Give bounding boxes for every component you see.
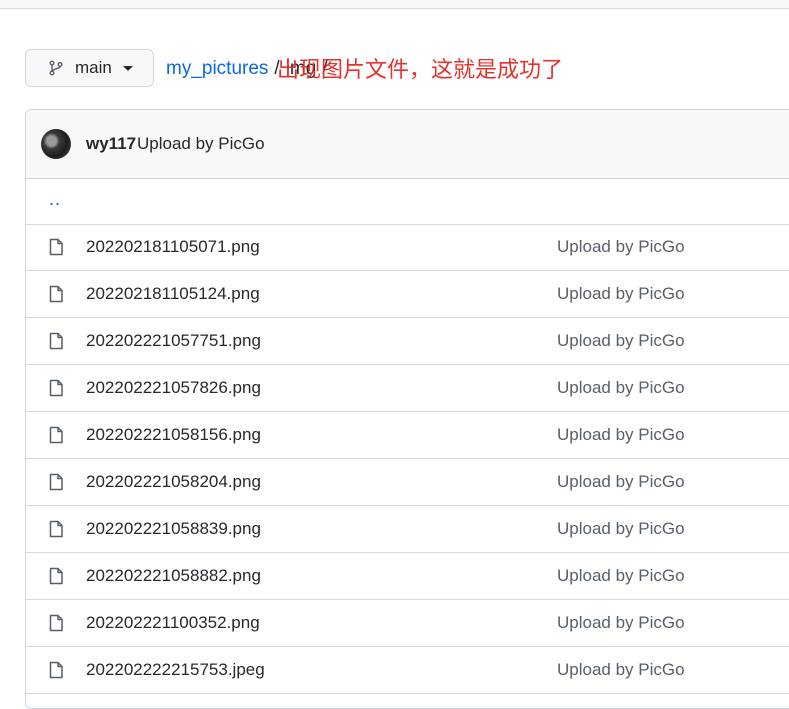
file-commit-message-link[interactable]: Upload by PicGo bbox=[557, 660, 685, 680]
commit-message[interactable]: Upload by PicGo bbox=[137, 134, 265, 154]
file-name-link[interactable]: 202202181105124.png bbox=[86, 284, 260, 304]
file-icon bbox=[49, 567, 63, 585]
file-icon bbox=[49, 614, 63, 632]
file-commit-message-link[interactable]: Upload by PicGo bbox=[557, 378, 685, 398]
file-list: wy117 Upload by PicGo .. 202202181105071… bbox=[25, 109, 789, 709]
file-commit-message-link[interactable]: Upload by PicGo bbox=[557, 237, 685, 257]
file-icon bbox=[49, 661, 63, 679]
file-commit-message-link[interactable]: Upload by PicGo bbox=[557, 519, 685, 539]
file-row[interactable]: 202202221100352.png Upload by PicGo bbox=[26, 600, 789, 647]
file-name-link[interactable]: 202202222215753.jpeg bbox=[86, 660, 265, 680]
branch-name: main bbox=[75, 58, 112, 77]
latest-commit-bar: wy117 Upload by PicGo bbox=[26, 110, 789, 179]
file-commit-message-link[interactable]: Upload by PicGo bbox=[557, 566, 685, 586]
avatar[interactable] bbox=[41, 129, 71, 159]
file-row[interactable]: 202202181105071.png Upload by PicGo bbox=[26, 224, 789, 271]
file-icon bbox=[49, 285, 63, 303]
file-icon bbox=[49, 473, 63, 491]
file-commit-message-link[interactable]: Upload by PicGo bbox=[557, 613, 685, 633]
file-icon bbox=[49, 426, 63, 444]
file-row[interactable]: 202202181105124.png Upload by PicGo bbox=[26, 271, 789, 318]
commit-author-link[interactable]: wy117 bbox=[86, 134, 136, 154]
file-row[interactable]: 202202221058156.png Upload by PicGo bbox=[26, 412, 789, 459]
file-name-link[interactable]: 202202221058156.png bbox=[86, 425, 261, 445]
file-icon bbox=[49, 332, 63, 350]
file-name-link[interactable]: 202202181105071.png bbox=[86, 237, 260, 257]
file-row[interactable]: 202202221058839.png Upload by PicGo bbox=[26, 506, 789, 553]
file-commit-message-link[interactable]: Upload by PicGo bbox=[557, 284, 685, 304]
parent-directory-row[interactable]: .. bbox=[26, 179, 789, 225]
file-name-link[interactable]: 202202221057826.png bbox=[86, 378, 261, 398]
file-rows: 202202181105071.png Upload by PicGo 202202… bbox=[26, 224, 789, 694]
file-icon bbox=[49, 379, 63, 397]
file-commit-message-link[interactable]: Upload by PicGo bbox=[557, 472, 685, 492]
file-row[interactable]: 202202221057751.png Upload by PicGo bbox=[26, 318, 789, 365]
annotation-text: 出现图片文件，这就是成功了 bbox=[277, 57, 564, 82]
file-icon bbox=[49, 520, 63, 538]
file-name-link[interactable]: 202202221058882.png bbox=[86, 566, 261, 586]
top-border bbox=[0, 0, 789, 9]
chevron-down-icon bbox=[122, 65, 133, 71]
file-row[interactable]: 202202221057826.png Upload by PicGo bbox=[26, 365, 789, 412]
file-row[interactable]: 202202221058204.png Upload by PicGo bbox=[26, 459, 789, 506]
parent-directory-link[interactable]: .. bbox=[49, 189, 61, 210]
breadcrumb-repo-link[interactable]: my_pictures bbox=[166, 58, 268, 80]
git-branch-icon bbox=[48, 60, 64, 76]
file-name-link[interactable]: 202202221058204.png bbox=[86, 472, 261, 492]
file-name-link[interactable]: 202202221058839.png bbox=[86, 519, 261, 539]
branch-selector-button[interactable]: main bbox=[25, 49, 154, 87]
file-row[interactable]: 202202221058882.png Upload by PicGo bbox=[26, 553, 789, 600]
file-commit-message-link[interactable]: Upload by PicGo bbox=[557, 425, 685, 445]
file-name-link[interactable]: 202202221057751.png bbox=[86, 331, 261, 351]
file-commit-message-link[interactable]: Upload by PicGo bbox=[557, 331, 685, 351]
file-icon bbox=[49, 238, 63, 256]
file-name-link[interactable]: 202202221100352.png bbox=[86, 613, 260, 633]
